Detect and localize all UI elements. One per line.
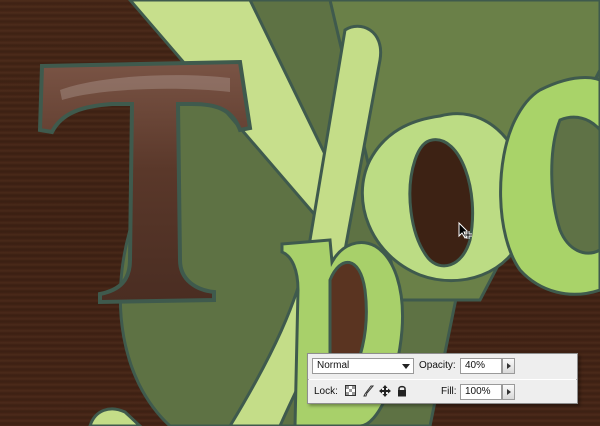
fill-value: 100% [465,386,491,397]
panel-row-blend: Normal Opacity: 40% [308,354,577,380]
layers-panel: Normal Opacity: 40% Lock: Fill: 100% [307,353,578,404]
lock-move-icon[interactable] [379,385,391,397]
lock-all-icon[interactable] [396,385,408,397]
lock-paint-icon[interactable] [363,385,375,397]
fill-label: Fill: [441,386,457,397]
fill-slider-button[interactable] [502,384,515,400]
opacity-value: 40% [465,360,486,371]
lock-transparent-icon[interactable] [345,385,357,397]
blend-mode-value: Normal [317,360,350,371]
blend-mode-select[interactable]: Normal [312,358,414,374]
opacity-input[interactable]: 40% [460,358,502,374]
opacity-label: Opacity: [419,360,456,371]
chevron-down-icon [402,364,410,369]
panel-row-lock: Lock: Fill: 100% [308,380,577,404]
lock-label: Lock: [314,386,338,397]
fill-input[interactable]: 100% [460,384,502,400]
opacity-slider-button[interactable] [502,358,515,374]
